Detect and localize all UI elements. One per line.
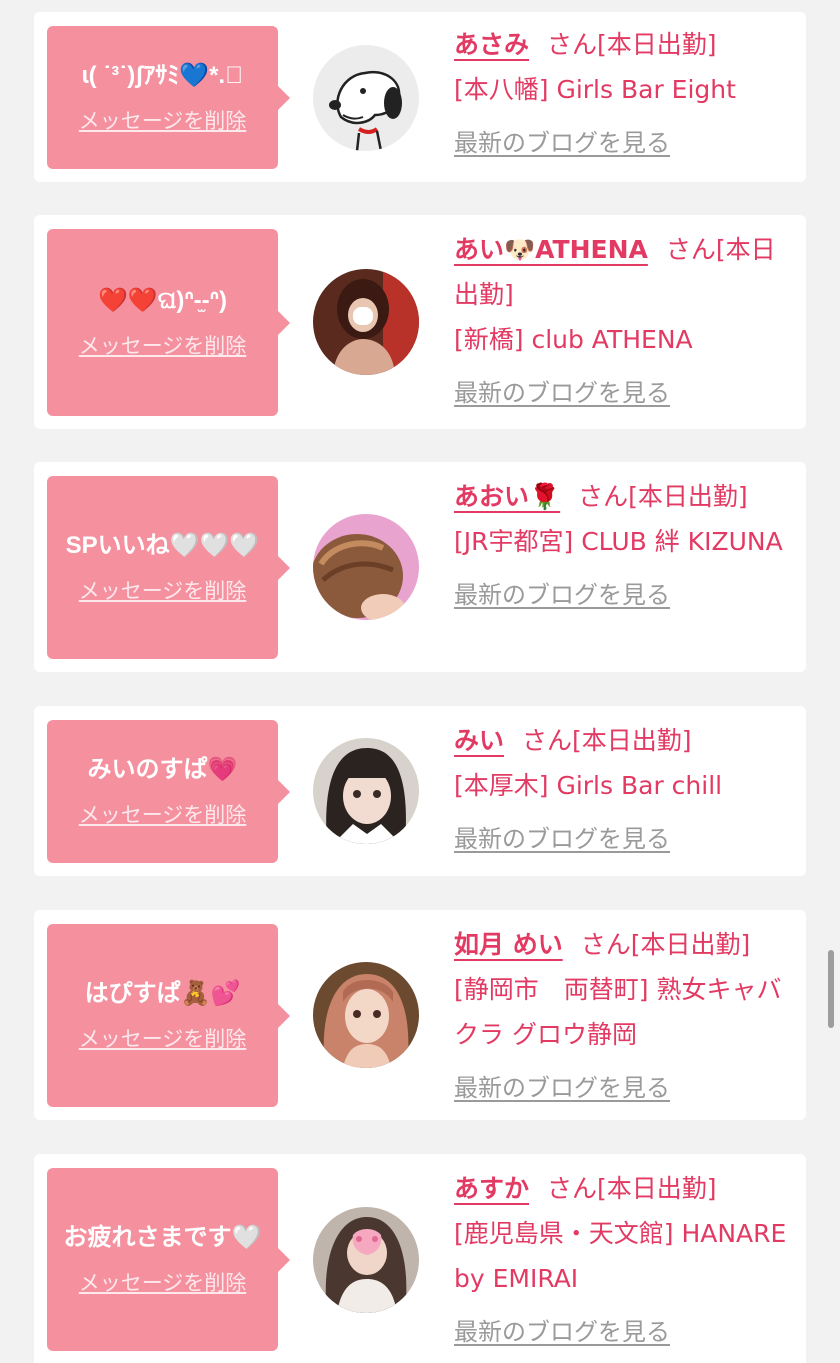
status-text: [本日出勤] bbox=[597, 30, 717, 59]
message-text: みいのすぱ💗 bbox=[87, 755, 238, 783]
message-text: ❤️❤️ଘ)ᐢ-̫-ᐢ) bbox=[97, 286, 227, 314]
latest-blog-link[interactable]: 最新のブログを見る bbox=[454, 1310, 670, 1355]
status-text: [本日出勤] bbox=[597, 1174, 717, 1203]
message-bubble: お疲れさまです🤍 メッセージを削除 bbox=[47, 1168, 290, 1351]
message-text: お疲れさまです🤍 bbox=[63, 1223, 262, 1251]
name-link[interactable]: あい🐶ATHENA bbox=[454, 235, 648, 264]
item-info: あさみ さん[本日出勤] [本八幡] Girls Bar Eight 最新のブログ… bbox=[454, 22, 794, 166]
status-text: [本日出勤] bbox=[630, 930, 751, 959]
message-bubble: SPいいね🤍🤍🤍 メッセージを削除 bbox=[47, 476, 290, 659]
delete-message-link[interactable]: メッセージを削除 bbox=[79, 799, 247, 829]
name-link[interactable]: あさみ bbox=[454, 30, 529, 59]
delete-message-link[interactable]: メッセージを削除 bbox=[79, 1267, 247, 1297]
latest-blog-link[interactable]: 最新のブログを見る bbox=[454, 817, 670, 862]
list-item: ❤️❤️ଘ)ᐢ-̫-ᐢ) メッセージを削除 あい🐶ATHENA さん[本日出勤] … bbox=[34, 215, 806, 429]
item-info: あすか さん[本日出勤] [鹿児島県・天文館] HANARE by EMIRAI … bbox=[454, 1166, 794, 1355]
name-suffix: さん bbox=[547, 30, 598, 59]
avatar[interactable] bbox=[313, 962, 419, 1068]
delete-message-link[interactable]: メッセージを削除 bbox=[79, 105, 247, 135]
item-info: みい さん[本日出勤] [本厚木] Girls Bar chill 最新のブログを… bbox=[454, 718, 794, 862]
delete-message-link[interactable]: メッセージを削除 bbox=[79, 1023, 247, 1053]
store-text: [本厚木] Girls Bar chill bbox=[454, 771, 723, 800]
avatar[interactable] bbox=[313, 269, 419, 375]
name-link[interactable]: 如月 めい bbox=[454, 930, 563, 959]
scrollbar[interactable] bbox=[828, 950, 834, 1028]
store-text: [本八幡] Girls Bar Eight bbox=[454, 75, 736, 104]
item-info: 如月 めい さん[本日出勤] [静岡市 両替町] 熟女キャバクラ グロウ静岡 最新… bbox=[454, 922, 794, 1111]
name-suffix: さん bbox=[578, 482, 629, 511]
message-bubble: ɩ( ˙³˙)ʃｱｻﾐ💙*.ﾟ メッセージを削除 bbox=[47, 26, 290, 169]
list-item: お疲れさまです🤍 メッセージを削除 あすか さん[本日出勤] [鹿児島県・天文館]… bbox=[34, 1154, 806, 1363]
avatar[interactable] bbox=[313, 514, 419, 620]
store-text: [JR宇都宮] CLUB 絆 KIZUNA bbox=[454, 527, 783, 556]
name-link[interactable]: あすか bbox=[454, 1174, 529, 1203]
store-text: [静岡市 両替町] 熟女キャバクラ グロウ静岡 bbox=[454, 975, 782, 1049]
message-bubble: みいのすぱ💗 メッセージを削除 bbox=[47, 720, 290, 863]
status-text: [本日出勤] bbox=[628, 482, 748, 511]
name-link[interactable]: あおい🌹 bbox=[454, 482, 560, 511]
latest-blog-link[interactable]: 最新のブログを見る bbox=[454, 371, 670, 416]
store-text: [鹿児島県・天文館] HANARE by EMIRAI bbox=[454, 1219, 787, 1293]
latest-blog-link[interactable]: 最新のブログを見る bbox=[454, 573, 670, 618]
message-text: はぴすぱ🧸💕 bbox=[84, 979, 241, 1007]
delete-message-link[interactable]: メッセージを削除 bbox=[79, 330, 247, 360]
avatar[interactable] bbox=[313, 738, 419, 844]
name-suffix: さん bbox=[665, 235, 716, 264]
avatar[interactable] bbox=[313, 45, 419, 151]
name-suffix: さん bbox=[547, 1174, 598, 1203]
message-text: SPいいね🤍🤍🤍 bbox=[65, 531, 260, 559]
avatar[interactable] bbox=[313, 1207, 419, 1313]
name-suffix: さん bbox=[522, 726, 573, 755]
list-item: みいのすぱ💗 メッセージを削除 みい さん[本日出勤] [本厚木] Girls B… bbox=[34, 706, 806, 876]
list-item: SPいいね🤍🤍🤍 メッセージを削除 あおい🌹 さん[本日出勤] [JR宇都宮] C… bbox=[34, 462, 806, 672]
list-item: ɩ( ˙³˙)ʃｱｻﾐ💙*.ﾟ メッセージを削除 あさみ さん[本日出勤] [本八… bbox=[34, 12, 806, 182]
name-link[interactable]: みい bbox=[454, 726, 504, 755]
message-bubble: ❤️❤️ଘ)ᐢ-̫-ᐢ) メッセージを削除 bbox=[47, 229, 290, 416]
latest-blog-link[interactable]: 最新のブログを見る bbox=[454, 121, 670, 166]
message-bubble: はぴすぱ🧸💕 メッセージを削除 bbox=[47, 924, 290, 1107]
latest-blog-link[interactable]: 最新のブログを見る bbox=[454, 1066, 670, 1111]
list-item: はぴすぱ🧸💕 メッセージを削除 如月 めい さん[本日出勤] [静岡市 両替町] … bbox=[34, 910, 806, 1120]
status-text: [本日出勤] bbox=[572, 726, 692, 755]
delete-message-link[interactable]: メッセージを削除 bbox=[79, 575, 247, 605]
item-info: あい🐶ATHENA さん[本日出勤] [新橋] club ATHENA 最新のブロ… bbox=[454, 227, 794, 416]
store-text: [新橋] club ATHENA bbox=[454, 325, 693, 354]
message-text: ɩ( ˙³˙)ʃｱｻﾐ💙*.ﾟ bbox=[81, 61, 244, 89]
name-suffix: さん bbox=[580, 930, 631, 959]
item-info: あおい🌹 さん[本日出勤] [JR宇都宮] CLUB 絆 KIZUNA 最新のブロ… bbox=[454, 474, 794, 618]
